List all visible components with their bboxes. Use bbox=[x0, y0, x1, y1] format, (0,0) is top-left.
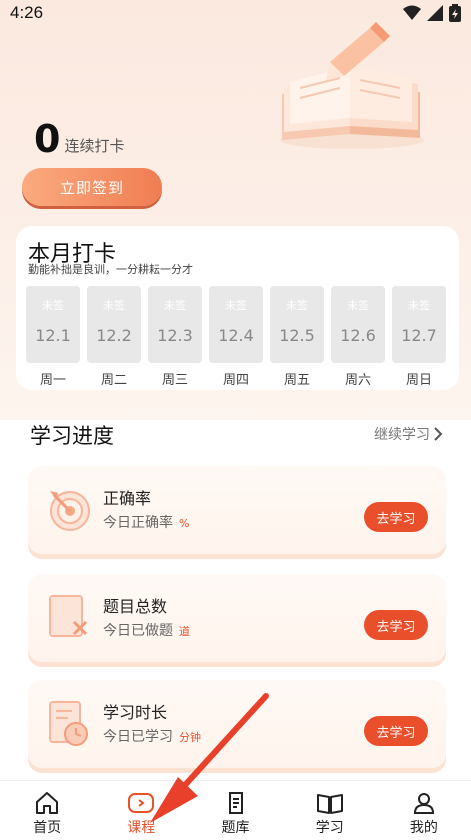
day-weekday: 周一 bbox=[39, 373, 66, 388]
study-time-sub-label: 今日已学习 bbox=[103, 729, 173, 745]
day-box: 未签 12.2 bbox=[87, 286, 141, 363]
tab-home[interactable]: 首页 bbox=[0, 781, 94, 840]
accuracy-unit: % bbox=[179, 517, 190, 530]
continue-learning-label: 继续学习 bbox=[374, 427, 430, 443]
day-item[interactable]: 未签 12.3 周三 bbox=[148, 286, 202, 388]
day-item[interactable]: 未签 12.1 周一 bbox=[26, 286, 80, 388]
day-weekday: 周日 bbox=[405, 373, 432, 388]
signal-icon bbox=[427, 5, 443, 21]
study-time-subtitle: 今日已学习 分钟 bbox=[103, 726, 201, 746]
day-status: 未签 bbox=[408, 299, 430, 312]
day-weekday: 周二 bbox=[100, 373, 127, 388]
day-date: 12.2 bbox=[96, 326, 132, 345]
study-time-card: 学习时长 今日已学习 分钟 去学习 bbox=[28, 680, 446, 768]
checkin-button[interactable]: 立即签到 bbox=[22, 168, 162, 206]
accuracy-sub-label: 今日正确率 bbox=[103, 515, 173, 531]
wifi-icon bbox=[403, 5, 421, 20]
day-date: 12.7 bbox=[401, 326, 437, 345]
total-questions-sub-label: 今日已做题 bbox=[103, 623, 173, 639]
questions-study-button[interactable]: 去学习 bbox=[364, 610, 428, 640]
day-status: 未签 bbox=[286, 299, 308, 312]
progress-section-title: 学习进度 bbox=[30, 424, 114, 448]
user-icon bbox=[413, 793, 434, 814]
day-status: 未签 bbox=[42, 299, 64, 312]
day-date: 12.6 bbox=[340, 326, 376, 345]
day-list: 未签 12.1 周一 未签 12.2 周二 未签 12.3 周三 未签 12.4 bbox=[26, 286, 446, 388]
bottom-tab-bar: 首页 课程 题库 学习 我的 bbox=[0, 780, 471, 840]
question-sheet-icon bbox=[49, 595, 88, 637]
status-icons bbox=[403, 4, 461, 22]
study-time-title: 学习时长 bbox=[103, 703, 168, 722]
tab-study[interactable]: 学习 bbox=[283, 781, 377, 840]
document-icon bbox=[228, 792, 243, 814]
day-box: 未签 12.7 bbox=[392, 286, 446, 363]
tab-question-bank-label: 题库 bbox=[221, 820, 250, 836]
study-time-study-button[interactable]: 去学习 bbox=[364, 716, 428, 746]
day-item[interactable]: 未签 12.7 周日 bbox=[392, 286, 446, 388]
day-date: 12.1 bbox=[35, 326, 71, 345]
book-illustration bbox=[280, 22, 424, 149]
day-weekday: 周四 bbox=[222, 373, 249, 388]
study-time-unit: 分钟 bbox=[179, 731, 201, 744]
accuracy-study-button[interactable]: 去学习 bbox=[364, 502, 428, 532]
continue-learning-link[interactable]: 继续学习 bbox=[374, 424, 443, 444]
book-icon bbox=[316, 794, 343, 814]
tab-course[interactable]: 课程 bbox=[94, 781, 188, 840]
status-time: 4:26 bbox=[10, 3, 44, 22]
accuracy-title: 正确率 bbox=[103, 489, 152, 508]
day-date: 12.3 bbox=[157, 326, 193, 345]
tab-question-bank[interactable]: 题库 bbox=[188, 781, 282, 840]
day-status: 未签 bbox=[103, 299, 125, 312]
accuracy-card: 正确率 今日正确率 % 去学习 bbox=[28, 466, 446, 554]
chevron-right-icon bbox=[434, 427, 443, 441]
day-status: 未签 bbox=[164, 299, 186, 312]
day-status: 未签 bbox=[347, 299, 369, 312]
day-date: 12.4 bbox=[218, 326, 254, 345]
day-weekday: 周五 bbox=[283, 373, 310, 388]
tab-course-label: 课程 bbox=[127, 820, 156, 836]
day-item[interactable]: 未签 12.5 周五 bbox=[270, 286, 324, 388]
total-questions-unit: 道 bbox=[179, 625, 190, 638]
day-box: 未签 12.3 bbox=[148, 286, 202, 363]
day-box: 未签 12.4 bbox=[209, 286, 263, 363]
day-weekday: 周六 bbox=[344, 373, 371, 388]
checkin-days-number: 0 bbox=[34, 117, 61, 161]
target-icon bbox=[50, 491, 90, 531]
day-status: 未签 bbox=[225, 299, 247, 312]
day-item[interactable]: 未签 12.6 周六 bbox=[331, 286, 385, 388]
checkin-count: 0 连续打卡 bbox=[34, 120, 124, 158]
day-weekday: 周三 bbox=[161, 373, 188, 388]
month-subtitle: 勤能补拙是良训，一分耕耘一分才 bbox=[28, 263, 193, 276]
tab-home-label: 首页 bbox=[33, 820, 62, 836]
battery-icon bbox=[449, 4, 461, 22]
tab-profile[interactable]: 我的 bbox=[377, 781, 471, 840]
total-questions-subtitle: 今日已做题 道 bbox=[103, 620, 190, 640]
home-icon bbox=[36, 792, 59, 814]
total-questions-card: 题目总数 今日已做题 道 去学习 bbox=[28, 574, 446, 662]
total-questions-title: 题目总数 bbox=[103, 597, 168, 616]
play-icon bbox=[128, 793, 155, 813]
day-box: 未签 12.6 bbox=[331, 286, 385, 363]
month-checkin-card: 本月打卡 勤能补拙是良训，一分耕耘一分才 未签 12.1 周一 未签 12.2 … bbox=[16, 226, 459, 390]
day-item[interactable]: 未签 12.2 周二 bbox=[87, 286, 141, 388]
tab-profile-label: 我的 bbox=[409, 820, 438, 836]
tab-study-label: 学习 bbox=[315, 820, 344, 836]
accuracy-subtitle: 今日正确率 % bbox=[103, 512, 189, 532]
clock-doc-icon bbox=[49, 701, 88, 746]
checkin-days-label: 连续打卡 bbox=[64, 137, 125, 155]
day-box: 未签 12.5 bbox=[270, 286, 324, 363]
day-box: 未签 12.1 bbox=[26, 286, 80, 363]
day-item[interactable]: 未签 12.4 周四 bbox=[209, 286, 263, 388]
day-date: 12.5 bbox=[279, 326, 315, 345]
